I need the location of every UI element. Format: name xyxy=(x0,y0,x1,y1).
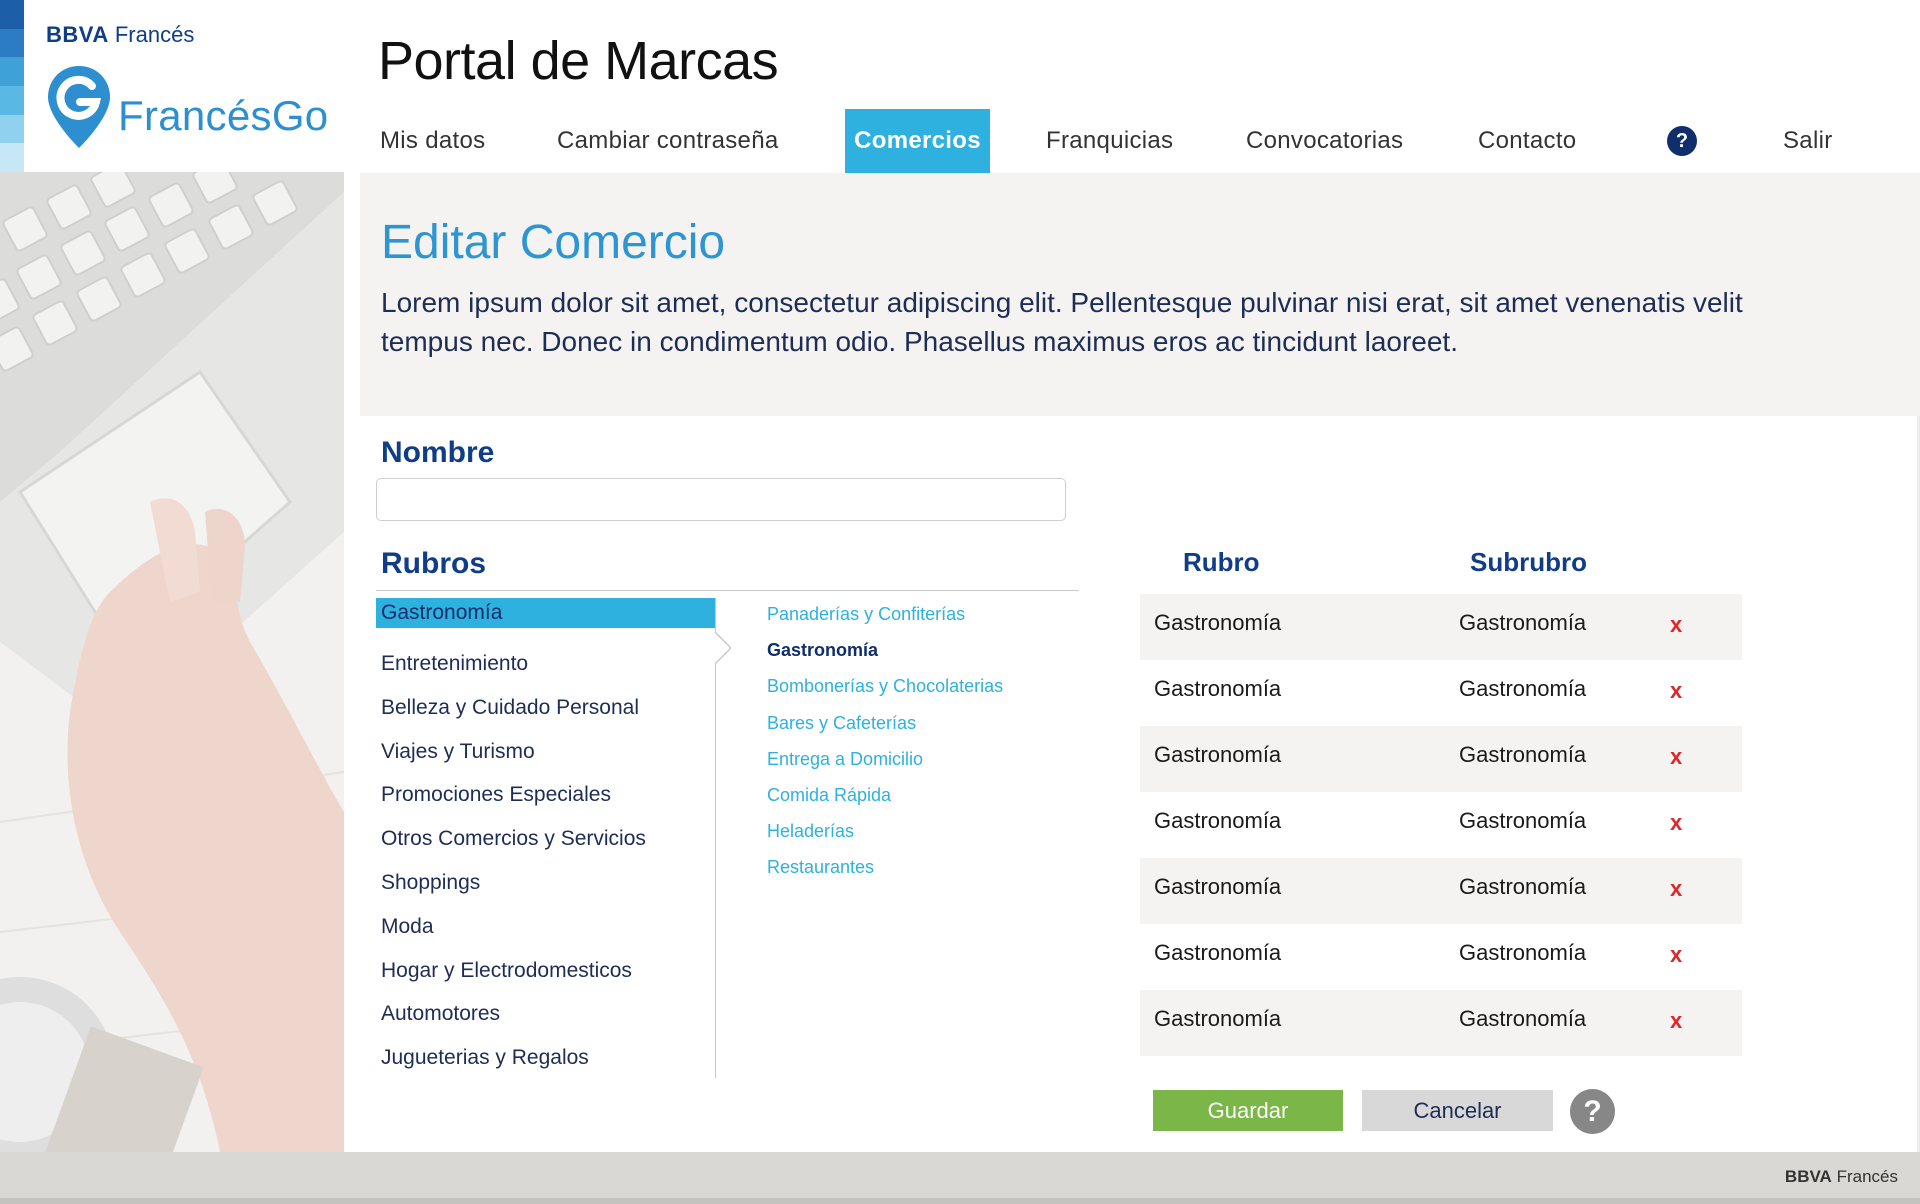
laptop-illustration xyxy=(0,172,344,1152)
cell-rubro: Gastronomía xyxy=(1154,610,1282,635)
subcategory-item[interactable]: Comida Rápida xyxy=(767,780,1087,816)
cell-rubro: Gastronomía xyxy=(1154,874,1282,899)
cancel-button[interactable]: Cancelar xyxy=(1362,1090,1553,1131)
subcategory-item[interactable]: Entrega a Domicilio xyxy=(767,744,1087,780)
close-icon[interactable]: x xyxy=(1670,858,1682,920)
close-icon[interactable]: x xyxy=(1670,726,1682,788)
cell-subrubro: Gastronomía xyxy=(1459,676,1587,701)
subcategory-item[interactable]: Panaderías y Confiterías xyxy=(767,599,1087,635)
stripe xyxy=(0,143,24,172)
question-circle-icon[interactable]: ? xyxy=(1667,126,1697,156)
table-row: Gastronomía Gastronomía x xyxy=(1140,792,1742,858)
product-name: FrancésGo xyxy=(118,92,329,139)
subcategory-item[interactable]: Bombonerías y Chocolaterias xyxy=(767,671,1087,707)
category-item[interactable]: Hogar y Electrodomesticos xyxy=(376,949,716,993)
category-item[interactable]: Otros Comercios y Servicios xyxy=(376,817,716,861)
cell-subrubro: Gastronomía xyxy=(1459,874,1587,899)
cell-subrubro: Gastronomía xyxy=(1459,742,1587,767)
table-row: Gastronomía Gastronomía x xyxy=(1140,858,1742,924)
nav-franquicias[interactable]: Franquicias xyxy=(1046,109,1173,173)
table-row: Gastronomía Gastronomía x xyxy=(1140,990,1742,1056)
subcategory-item[interactable]: Restaurantes xyxy=(767,852,1087,888)
close-icon[interactable]: x xyxy=(1670,792,1682,854)
category-item[interactable]: Entretenimiento xyxy=(376,642,716,686)
bank-logo-bold: BBVA xyxy=(46,22,109,47)
nombre-label: Nombre xyxy=(381,436,495,469)
category-divider xyxy=(715,598,716,1078)
cell-rubro: Gastronomía xyxy=(1154,1006,1282,1031)
selected-rubros-table: Gastronomía Gastronomía x Gastronomía Ga… xyxy=(1140,594,1742,1056)
stripe xyxy=(0,114,24,144)
footer-bottom-bar xyxy=(0,1198,1920,1204)
cell-subrubro: Gastronomía xyxy=(1459,1006,1587,1031)
subcategory-list: Panaderías y Confiterías Gastronomía Bom… xyxy=(767,599,1087,889)
footer-brand-bold: BBVA xyxy=(1784,1167,1832,1186)
cell-rubro: Gastronomía xyxy=(1154,676,1282,701)
close-icon[interactable]: x xyxy=(1670,660,1682,722)
location-pin-g-icon xyxy=(48,66,110,148)
cell-subrubro: Gastronomía xyxy=(1459,610,1587,635)
intro-band: Editar Comercio Lorem ipsum dolor sit am… xyxy=(360,173,1920,416)
footer: BBVA Francés xyxy=(0,1152,1920,1204)
nav-salir[interactable]: Salir xyxy=(1783,109,1833,173)
table-header-rubro: Rubro xyxy=(1183,547,1260,577)
section-title: Editar Comercio xyxy=(381,216,726,269)
table-row: Gastronomía Gastronomía x xyxy=(1140,660,1742,726)
table-row: Gastronomía Gastronomía x xyxy=(1140,594,1742,660)
category-item[interactable]: Viajes y Turismo xyxy=(376,730,716,774)
subcategory-item-selected[interactable]: Gastronomía xyxy=(767,635,1087,671)
category-item[interactable]: Belleza y Cuidado Personal xyxy=(376,686,716,730)
save-button[interactable]: Guardar xyxy=(1153,1090,1343,1131)
cell-rubro: Gastronomía xyxy=(1154,742,1282,767)
subcategory-item[interactable]: Bares y Cafeterías xyxy=(767,708,1087,744)
category-item[interactable]: Automotores xyxy=(376,992,716,1036)
stripe xyxy=(0,28,24,58)
nav-convocatorias[interactable]: Convocatorias xyxy=(1246,109,1403,173)
page-title: Portal de Marcas xyxy=(378,31,779,91)
category-item-gastronomia[interactable]: Gastronomía xyxy=(376,598,716,628)
background-photo xyxy=(0,172,344,1152)
question-circle-icon[interactable]: ? xyxy=(1570,1089,1615,1134)
brand-stripes xyxy=(0,0,24,172)
nombre-input[interactable] xyxy=(376,478,1066,521)
stripe xyxy=(0,57,24,86)
close-icon[interactable]: x xyxy=(1670,924,1682,986)
chevron-right-icon xyxy=(715,632,731,664)
footer-brand: BBVA Francés xyxy=(1785,1167,1898,1187)
footer-brand-light: Francés xyxy=(1836,1167,1898,1186)
stripe xyxy=(0,0,24,29)
nav-contacto[interactable]: Contacto xyxy=(1478,109,1576,173)
rubros-label: Rubros xyxy=(381,547,486,580)
table-row: Gastronomía Gastronomía x xyxy=(1140,726,1742,792)
cell-subrubro: Gastronomía xyxy=(1459,808,1587,833)
category-list: Gastronomía Entretenimiento Belleza y Cu… xyxy=(376,598,716,1080)
table-row: Gastronomía Gastronomía x xyxy=(1140,924,1742,990)
bank-logo: BBVA Francés xyxy=(46,22,194,48)
left-column: BBVA Francés FrancésGo xyxy=(0,0,344,1152)
cell-rubro: Gastronomía xyxy=(1154,940,1282,965)
category-item[interactable]: Jugueterias y Regalos xyxy=(376,1036,716,1080)
section-description: Lorem ipsum dolor sit amet, consectetur … xyxy=(381,287,1743,357)
close-icon[interactable]: x xyxy=(1670,990,1682,1052)
cell-subrubro: Gastronomía xyxy=(1459,940,1587,965)
category-item[interactable]: Shoppings xyxy=(376,861,716,905)
subcategory-item[interactable]: Heladerías xyxy=(767,816,1087,852)
nav-comercios[interactable]: Comercios xyxy=(845,109,990,173)
rubros-divider xyxy=(376,590,1079,591)
category-item[interactable]: Moda xyxy=(376,905,716,949)
table-header-subrubro: Subrubro xyxy=(1470,547,1587,577)
nav-cambiar-contrasena[interactable]: Cambiar contraseña xyxy=(557,109,779,173)
category-item[interactable]: Promociones Especiales xyxy=(376,773,716,817)
bank-logo-light: Francés xyxy=(114,22,195,47)
logo-block[interactable]: BBVA Francés FrancésGo xyxy=(24,0,344,172)
nav-mis-datos[interactable]: Mis datos xyxy=(380,109,485,173)
cell-rubro: Gastronomía xyxy=(1154,808,1282,833)
close-icon[interactable]: x xyxy=(1670,594,1682,656)
stripe xyxy=(0,85,24,115)
